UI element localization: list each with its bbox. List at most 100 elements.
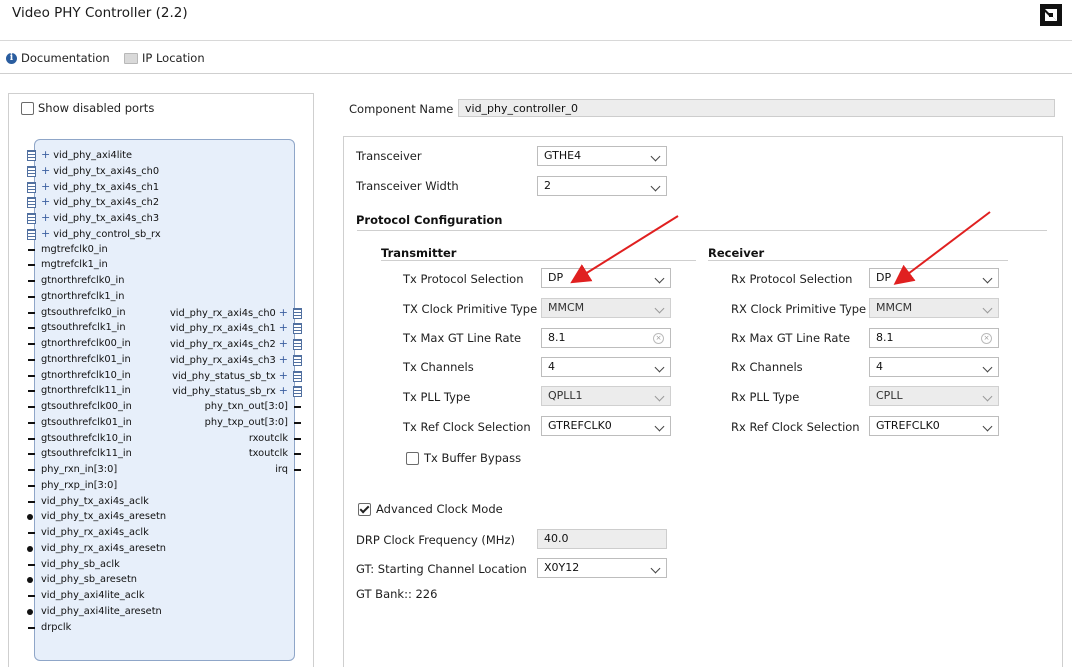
gt-location-select[interactable]: X0Y12	[537, 558, 667, 578]
expand-plus-icon[interactable]: +	[41, 211, 50, 224]
documentation-link[interactable]: i Documentation	[6, 51, 110, 65]
block-port-left[interactable]: gtsouthrefclk01_in	[41, 417, 132, 429]
block-port-right[interactable]: vid_phy_rx_axi4s_ch2 +	[170, 338, 288, 351]
expand-plus-icon[interactable]: +	[279, 353, 288, 366]
pin-icon	[28, 421, 35, 424]
tx-line-rate-field[interactable]: 8.1 ×	[541, 328, 671, 348]
expand-plus-icon[interactable]: +	[279, 337, 288, 350]
rx-clock-primitive-value: MMCM	[876, 301, 913, 314]
component-name-field[interactable]: vid_phy_controller_0	[458, 99, 1055, 117]
expand-plus-icon[interactable]: +	[41, 164, 50, 177]
block-port-left[interactable]: gtsouthrefclk10_in	[41, 433, 132, 445]
drp-clock-field[interactable]: 40.0	[537, 529, 667, 549]
tx-buffer-bypass-option[interactable]: Tx Buffer Bypass	[406, 451, 521, 465]
chevron-down-icon	[654, 362, 665, 373]
block-port-left[interactable]: + vid_phy_axi4lite	[41, 149, 132, 162]
chevron-down-icon	[654, 303, 665, 314]
show-disabled-ports-option[interactable]: Show disabled ports	[21, 101, 154, 115]
expand-plus-icon[interactable]: +	[279, 384, 288, 397]
bus-port-icon	[27, 228, 36, 240]
block-port-left[interactable]: vid_phy_sb_aresetn	[41, 574, 137, 586]
pin-icon	[28, 406, 35, 408]
port-label: drpclk	[41, 621, 72, 633]
block-port-left[interactable]: phy_rxn_in[3:0]	[41, 464, 117, 476]
advanced-clock-mode-option[interactable]: Advanced Clock Mode	[358, 502, 503, 516]
rx-clock-primitive-select[interactable]: MMCM	[869, 298, 999, 318]
symbol-panel: Show disabled ports + vid_phy_axi4lite + vi…	[8, 93, 314, 667]
block-port-right[interactable]: vid_phy_rx_axi4s_ch3 +	[170, 353, 288, 367]
block-port-left[interactable]: gtnorthrefclk1_in	[41, 291, 124, 303]
block-port-right[interactable]: vid_phy_status_sb_rx +	[172, 385, 288, 398]
block-port-left[interactable]: + vid_phy_tx_axi4s_ch1	[41, 180, 159, 194]
clear-icon[interactable]: ×	[981, 333, 992, 344]
block-port-left[interactable]: drpclk	[41, 622, 71, 634]
block-port-left[interactable]: + vid_phy_tx_axi4s_ch3	[41, 212, 159, 225]
block-port-left[interactable]: vid_phy_axi4lite_aresetn	[41, 606, 162, 618]
tx-buffer-bypass-checkbox[interactable]	[406, 451, 419, 465]
block-port-left[interactable]: vid_phy_rx_axi4s_aclk	[41, 527, 149, 539]
block-port-left[interactable]: gtnorthrefclk11_in	[41, 385, 131, 397]
block-port-left[interactable]: vid_phy_tx_axi4s_aresetn	[41, 511, 166, 523]
block-port-right[interactable]: vid_phy_status_sb_tx +	[172, 369, 288, 383]
ip-location-link[interactable]: IP Location	[124, 51, 205, 65]
port-label: gtsouthrefclk10_in	[41, 432, 132, 444]
transceiver-select[interactable]: GTHE4	[537, 146, 667, 166]
show-disabled-ports-checkbox[interactable]	[21, 101, 34, 115]
tx-line-rate-value: 8.1	[548, 331, 566, 344]
port-label: vid_phy_sb_aclk	[41, 558, 120, 570]
expand-plus-icon[interactable]: +	[41, 148, 50, 161]
block-port-right[interactable]: vid_phy_rx_axi4s_ch0 +	[170, 306, 288, 320]
pin-icon	[28, 469, 35, 471]
tx-pll-type-label: Tx PLL Type	[403, 390, 471, 404]
block-port-right[interactable]: rxoutclk	[249, 433, 288, 445]
tx-protocol-select[interactable]: DP	[541, 268, 671, 288]
block-port-left[interactable]: + vid_phy_tx_axi4s_ch0	[41, 164, 159, 178]
block-port-left[interactable]: mgtrefclk0_in	[41, 244, 108, 256]
block-port-left[interactable]: gtsouthrefclk1_in	[41, 322, 126, 334]
expand-plus-icon[interactable]: +	[279, 306, 288, 319]
block-port-left[interactable]: vid_phy_rx_axi4s_aresetn	[41, 543, 166, 555]
chevron-down-icon	[982, 303, 993, 314]
block-port-right[interactable]: vid_phy_rx_axi4s_ch1 +	[170, 322, 288, 335]
rx-refclk-select[interactable]: GTREFCLK0	[869, 416, 999, 436]
transceiver-width-select[interactable]: 2	[537, 176, 667, 196]
window-title: Video PHY Controller (2.2)	[12, 5, 188, 21]
block-port-left[interactable]: gtnorthrefclk10_in	[41, 370, 131, 382]
block-port-left[interactable]: gtnorthrefclk01_in	[41, 354, 131, 366]
block-port-left[interactable]: gtsouthrefclk11_in	[41, 448, 132, 460]
block-port-left[interactable]: mgtrefclk1_in	[41, 259, 108, 271]
block-port-left[interactable]: gtnorthrefclk00_in	[41, 338, 131, 350]
tx-pll-type-select[interactable]: QPLL1	[541, 386, 671, 406]
tx-channels-select[interactable]: 4	[541, 357, 671, 377]
rx-pll-type-select[interactable]: CPLL	[869, 386, 999, 406]
port-label: vid_phy_rx_axi4s_aclk	[41, 527, 149, 538]
block-port-right[interactable]: txoutclk	[249, 448, 288, 460]
block-port-right[interactable]: irq	[275, 464, 288, 476]
block-port-left[interactable]: + vid_phy_tx_axi4s_ch2	[41, 196, 159, 209]
block-port-right[interactable]: phy_txp_out[3:0]	[205, 417, 288, 429]
block-port-left[interactable]: gtnorthrefclk0_in	[41, 275, 124, 287]
rx-channels-select[interactable]: 4	[869, 357, 999, 377]
block-port-right[interactable]: phy_txn_out[3:0]	[205, 401, 288, 413]
block-port-left[interactable]: vid_phy_axi4lite_aclk	[41, 590, 145, 602]
block-port-left[interactable]: phy_rxp_in[3:0]	[41, 480, 117, 492]
tx-clock-primitive-select[interactable]: MMCM	[541, 298, 671, 318]
expand-plus-icon[interactable]: +	[279, 321, 288, 334]
block-port-left[interactable]: vid_phy_sb_aclk	[41, 559, 120, 571]
rx-line-rate-field[interactable]: 8.1 ×	[869, 328, 999, 348]
tx-refclk-select[interactable]: GTREFCLK0	[541, 416, 671, 436]
expand-plus-icon[interactable]: +	[41, 227, 50, 240]
expand-plus-icon[interactable]: +	[279, 369, 288, 382]
expand-plus-icon[interactable]: +	[41, 195, 50, 208]
block-port-left[interactable]: gtsouthrefclk00_in	[41, 401, 132, 413]
block-port-left[interactable]: + vid_phy_control_sb_rx	[41, 227, 161, 241]
clear-icon[interactable]: ×	[653, 333, 664, 344]
block-port-left[interactable]: gtsouthrefclk0_in	[41, 307, 126, 319]
tx-line-rate-label: Tx Max GT Line Rate	[403, 331, 522, 345]
rx-protocol-select[interactable]: DP	[869, 268, 999, 288]
expand-plus-icon[interactable]: +	[41, 180, 50, 193]
block-port-left[interactable]: vid_phy_tx_axi4s_aclk	[41, 496, 149, 508]
gt-location-label: GT: Starting Channel Location	[356, 562, 527, 576]
advanced-clock-mode-checkbox[interactable]	[358, 502, 371, 516]
port-label: gtnorthrefclk00_in	[41, 338, 131, 349]
